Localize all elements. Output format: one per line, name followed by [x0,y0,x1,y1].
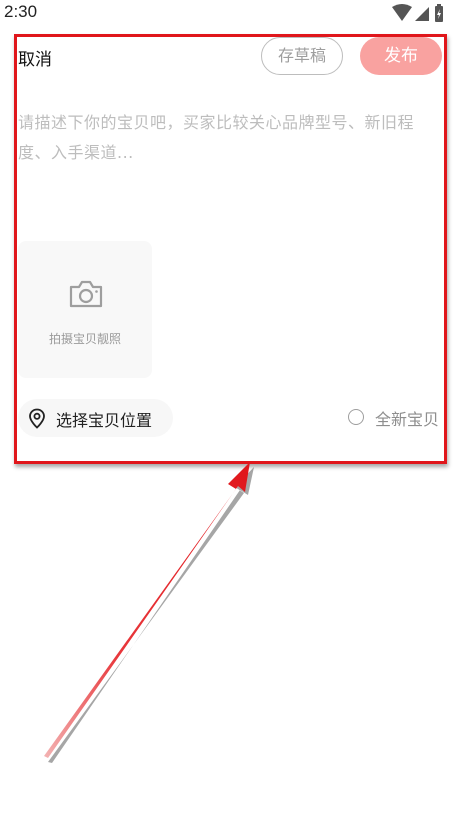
app-screen: 2:30 取消 存草稿 发布 请描述下你的宝贝吧，买家比较关心品牌型号、新旧程度… [0,0,458,820]
location-pin-icon [29,408,45,429]
status-time: 2:30 [4,2,38,21]
add-photo-button[interactable]: 拍摄宝贝靓照 [18,241,152,378]
status-icons [392,4,443,22]
status-bar: 2:30 [0,0,458,26]
add-photo-label: 拍摄宝贝靓照 [48,332,121,346]
arrow-shadow [48,467,254,763]
cancel-button[interactable]: 取消 [18,45,52,70]
select-location-button[interactable]: 选择宝贝位置 [18,399,173,437]
wifi-icon [392,4,412,21]
description-input[interactable]: 请描述下你的宝贝吧，买家比较关心品牌型号、新旧程度、入手渠道... [18,108,436,228]
radio-circle-icon[interactable] [348,409,364,425]
brand-new-label: 全新宝贝 [375,410,440,429]
publish-button[interactable]: 发布 [360,37,442,75]
camera-icon [69,280,103,308]
save-draft-button[interactable]: 存草稿 [261,37,343,75]
brand-new-toggle[interactable]: 全新宝贝 [347,405,443,433]
signal-icon [415,7,429,21]
battery-icon [435,4,443,22]
select-location-label: 选择宝贝位置 [56,411,153,430]
arrow-body [44,462,250,758]
